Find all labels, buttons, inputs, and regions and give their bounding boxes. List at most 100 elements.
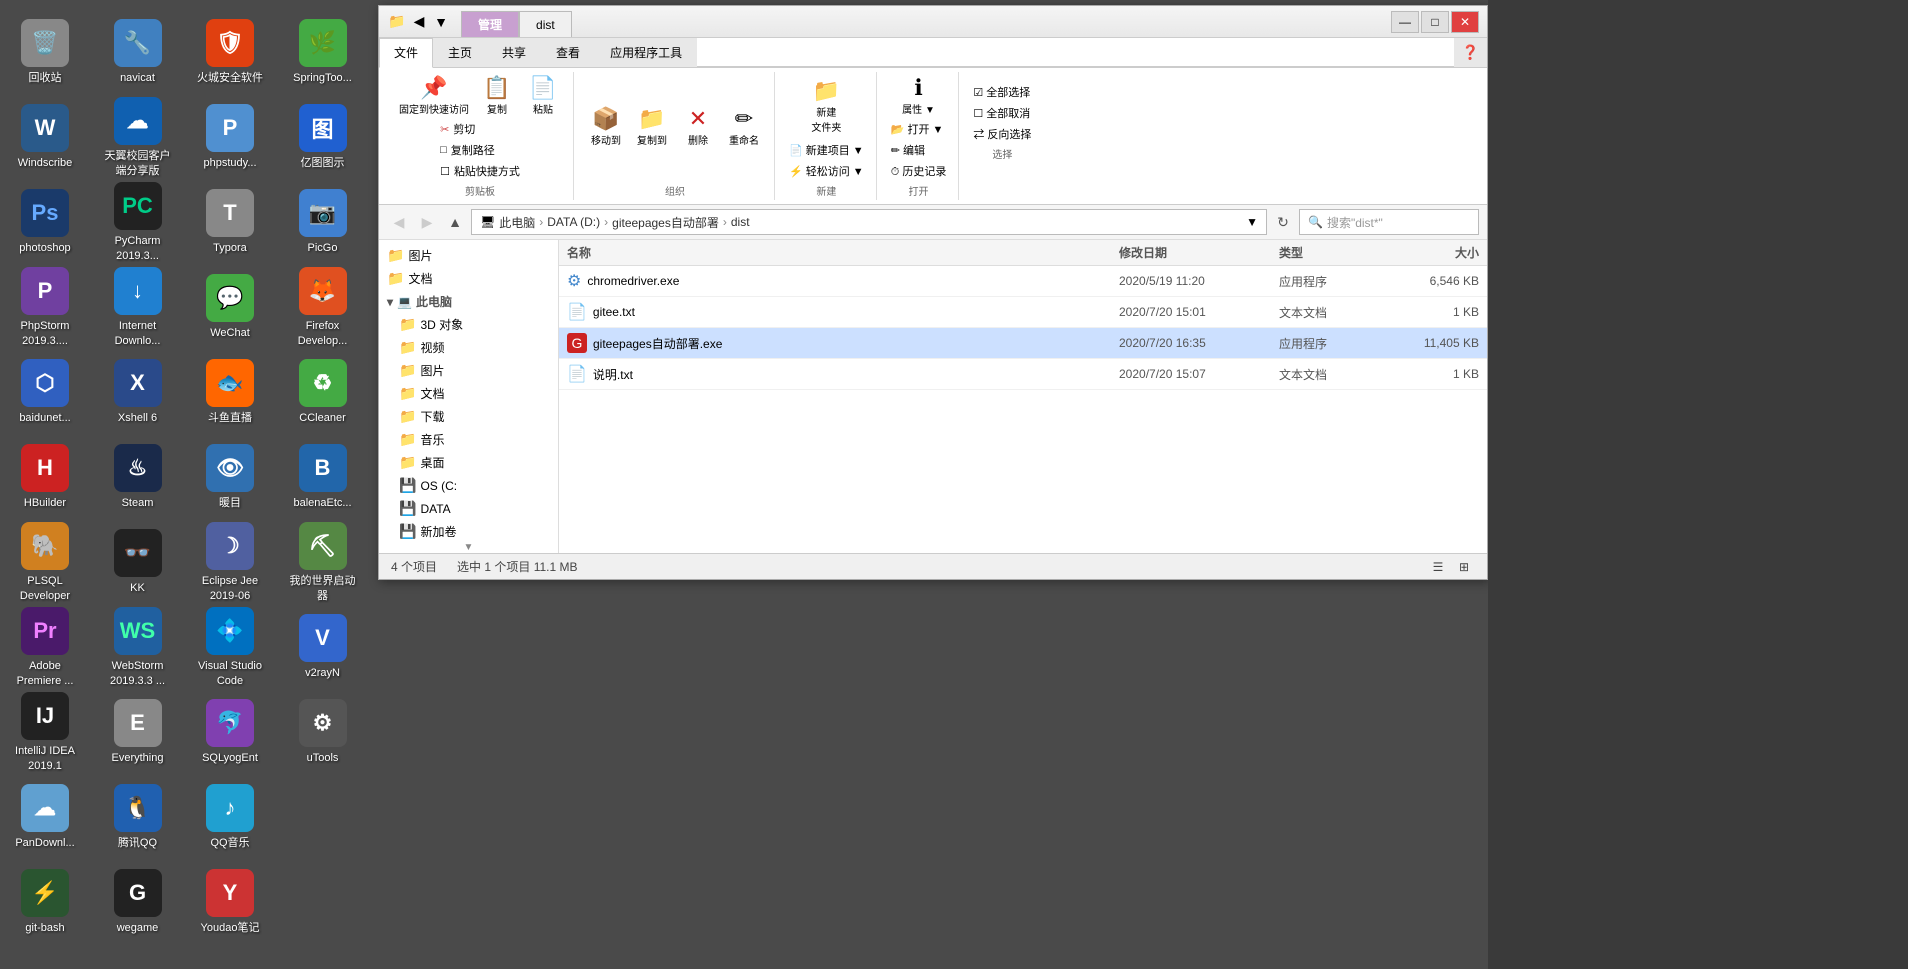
sidebar-item-3d[interactable]: 📁 3D 对象 [379, 313, 558, 336]
address-path[interactable]: 🖥 此电脑 › DATA (D:) › giteepages自动部署 › dis… [471, 209, 1267, 235]
ribbon-btn-moveto[interactable]: 📦 移动到 [584, 105, 628, 150]
desktop-icon-v2rayn[interactable]: Vv2rayN [283, 605, 363, 690]
desktop-icon-yitu[interactable]: 图亿图图示 [283, 95, 363, 180]
ribbon-cut-btn[interactable]: ✂ 剪切 [436, 119, 524, 139]
ribbon-btn-rename[interactable]: ✏ 重命名 [722, 105, 766, 150]
sidebar-item-pics[interactable]: 📁 图片 [379, 359, 558, 382]
path-part-data[interactable]: DATA (D:) [547, 215, 600, 229]
path-part-giteepages[interactable]: giteepages自动部署 [612, 214, 719, 231]
desktop-icon-premiere[interactable]: PrAdobe Premiere ... [5, 605, 85, 690]
ribbon-newitem-btn[interactable]: 📄 新建项目 ▼ [785, 140, 868, 160]
nav-refresh-btn[interactable]: ↻ [1271, 210, 1295, 234]
sidebar-item-osdrive[interactable]: 💾 OS (C: [379, 474, 558, 497]
col-date[interactable]: 修改日期 [1119, 244, 1279, 261]
desktop-icon-everything[interactable]: EEverything [98, 690, 178, 775]
desktop-icon-recycle[interactable]: 🗑️回收站 [5, 10, 85, 95]
sidebar-item-music[interactable]: 📁 音乐 [379, 428, 558, 451]
col-name[interactable]: 名称 [567, 244, 1119, 261]
sidebar-scroll-down[interactable]: ▼ [379, 543, 558, 551]
desktop-icon-phpstudy[interactable]: Pphpstudy... [190, 95, 270, 180]
desktop-icon-tencentqq[interactable]: 🐧腾讯QQ [98, 775, 178, 860]
close-button[interactable]: ✕ [1451, 11, 1479, 33]
desktop-icon-firefox[interactable]: 🦊Firefox Develop... [283, 265, 363, 350]
col-size[interactable]: 大小 [1379, 244, 1479, 261]
file-row-1[interactable]: 📄gitee.txt2020/7/20 15:01文本文档1 KB [559, 297, 1487, 328]
desktop-icon-minecraft[interactable]: ⛏我的世界启动器 [283, 520, 363, 605]
minimize-button[interactable]: — [1391, 11, 1419, 33]
view-list-btn[interactable]: ☰ [1427, 557, 1449, 577]
ribbon-btn-pin[interactable]: 📌 固定到快速访问 [395, 74, 473, 119]
desktop-icon-photoshop[interactable]: Psphotoshop [5, 180, 85, 265]
ribbon-btn-delete[interactable]: ✕ 删除 [676, 105, 720, 150]
ribbon-history-btn[interactable]: ⏱ 历史记录 [887, 161, 951, 181]
desktop-icon-picgo[interactable]: 📷PicGo [283, 180, 363, 265]
ribbon-btn-newfolder[interactable]: 📁 新建文件夹 [796, 77, 856, 137]
sidebar-item-docs[interactable]: 📁 文档 [379, 267, 558, 290]
ribbon-tab-view[interactable]: 查看 [541, 38, 595, 67]
file-row-2[interactable]: Ggiteepages自动部署.exe2020/7/20 16:35应用程序11… [559, 328, 1487, 359]
desktop-icon-steam[interactable]: ♨Steam [98, 435, 178, 520]
ribbon-tab-file[interactable]: 文件 [379, 38, 433, 68]
desktop-icon-pandownl[interactable]: ☁PanDownl... [5, 775, 85, 860]
sidebar-header-thispc[interactable]: ▾ 💻 此电脑 [379, 290, 558, 313]
desktop-icon-typora[interactable]: TTypora [190, 180, 270, 265]
sidebar-item-datadrive[interactable]: 💾 DATA [379, 497, 558, 520]
nav-back-btn[interactable]: ◀ [387, 210, 411, 234]
ribbon-btn-paste[interactable]: 📄 粘贴 [521, 74, 565, 119]
ribbon-copypath-btn[interactable]: □ 复制路径 [436, 140, 524, 160]
view-grid-btn[interactable]: ⊞ [1453, 557, 1475, 577]
desktop-icon-wechat[interactable]: 💬WeChat [190, 265, 270, 350]
path-part-dist[interactable]: dist [731, 215, 750, 229]
desktop-icon-xshell[interactable]: XXshell 6 [98, 350, 178, 435]
desktop-icon-phpstorm[interactable]: PPhpStorm 2019.3.... [5, 265, 85, 350]
ribbon-btn-properties[interactable]: ℹ 属性 ▼ [897, 74, 941, 119]
desktop-icon-sqlyog[interactable]: 🐬SQLyogEnt [190, 690, 270, 775]
col-type[interactable]: 类型 [1279, 244, 1379, 261]
tab-dist[interactable]: dist [519, 11, 572, 37]
ribbon-tab-share[interactable]: 共享 [487, 38, 541, 67]
desktop-icon-spring[interactable]: 🌿SpringToo... [283, 10, 363, 95]
desktop-icon-internet[interactable]: ↓Internet Downlo... [98, 265, 178, 350]
desktop-icon-qqmusic[interactable]: ♪QQ音乐 [190, 775, 270, 860]
desktop-icon-webstorm[interactable]: WSWebStorm 2019.3.3 ... [98, 605, 178, 690]
desktop-icon-intellij[interactable]: IJIntelliJ IDEA 2019.1 [5, 690, 85, 775]
path-dropdown-icon[interactable]: ▼ [1246, 215, 1258, 229]
desktop-icon-wegame[interactable]: Gwegame [98, 860, 178, 945]
ribbon-pasteshortcut-btn[interactable]: ☐ 粘贴快捷方式 [436, 161, 524, 181]
path-part-computer[interactable]: 此电脑 [499, 214, 535, 231]
sidebar-item-documents[interactable]: 📁 文档 [379, 382, 558, 405]
desktop-icon-kk[interactable]: 👓KK [98, 520, 178, 605]
ribbon-edit-btn[interactable]: ✏ 编辑 [887, 140, 951, 160]
desktop-icon-vscode[interactable]: 💠Visual Studio Code [190, 605, 270, 690]
file-row-3[interactable]: 📄说明.txt2020/7/20 15:07文本文档1 KB [559, 359, 1487, 390]
desktop-icon-youdao[interactable]: YYoudao笔记 [190, 860, 270, 945]
desktop-icon-gitbash[interactable]: ⚡git-bash [5, 860, 85, 945]
sidebar-item-desktop[interactable]: 📁 桌面 [379, 451, 558, 474]
desktop-icon-pycharm[interactable]: PCPyCharm 2019.3... [98, 180, 178, 265]
sidebar-item-downloads[interactable]: 📁 下载 [379, 405, 558, 428]
desktop-icon-baidunet[interactable]: ⬡baidunet... [5, 350, 85, 435]
desktop-icon-balena[interactable]: BbalenaEtc... [283, 435, 363, 520]
ribbon-help-btn[interactable]: ❓ [1454, 38, 1487, 67]
desktop-icon-douyu[interactable]: 🐟斗鱼直播 [190, 350, 270, 435]
ribbon-open-btn[interactable]: 📂 打开 ▼ [887, 119, 951, 139]
ribbon-easyaccess-btn[interactable]: ⚡ 轻松访问 ▼ [785, 161, 868, 181]
tab-manage[interactable]: 管理 [461, 11, 519, 37]
nav-up-btn[interactable]: ▲ [443, 210, 467, 234]
ribbon-btn-copyto[interactable]: 📁 复制到 [630, 105, 674, 150]
desktop-icon-ccleaner[interactable]: ♻CCleaner [283, 350, 363, 435]
desktop-icon-tianyiyunke[interactable]: ☁天翼校园客户端分享版 [98, 95, 178, 180]
ribbon-deselectall-btn[interactable]: ☐ 全部取消 [969, 103, 1035, 123]
ribbon-tab-apptools[interactable]: 应用程序工具 [595, 38, 697, 67]
desktop-icon-plsql[interactable]: 🐘PLSQL Developer [5, 520, 85, 605]
sidebar-item-video[interactable]: 📁 视频 [379, 336, 558, 359]
ribbon-tab-home[interactable]: 主页 [433, 38, 487, 67]
desktop-icon-eclipse[interactable]: ☽Eclipse Jee 2019-06 [190, 520, 270, 605]
desktop-icon-hbuilder[interactable]: HHBuilder [5, 435, 85, 520]
ribbon-btn-copy[interactable]: 📋 复制 [475, 74, 519, 119]
maximize-button[interactable]: □ [1421, 11, 1449, 33]
file-row-0[interactable]: ⚙chromedriver.exe2020/5/19 11:20应用程序6,54… [559, 266, 1487, 297]
desktop-icon-navicat[interactable]: 🔧navicat [98, 10, 178, 95]
desktop-icon-windscribe[interactable]: WWindscribe [5, 95, 85, 180]
sidebar-item-pictures[interactable]: 📁 图片 [379, 244, 558, 267]
